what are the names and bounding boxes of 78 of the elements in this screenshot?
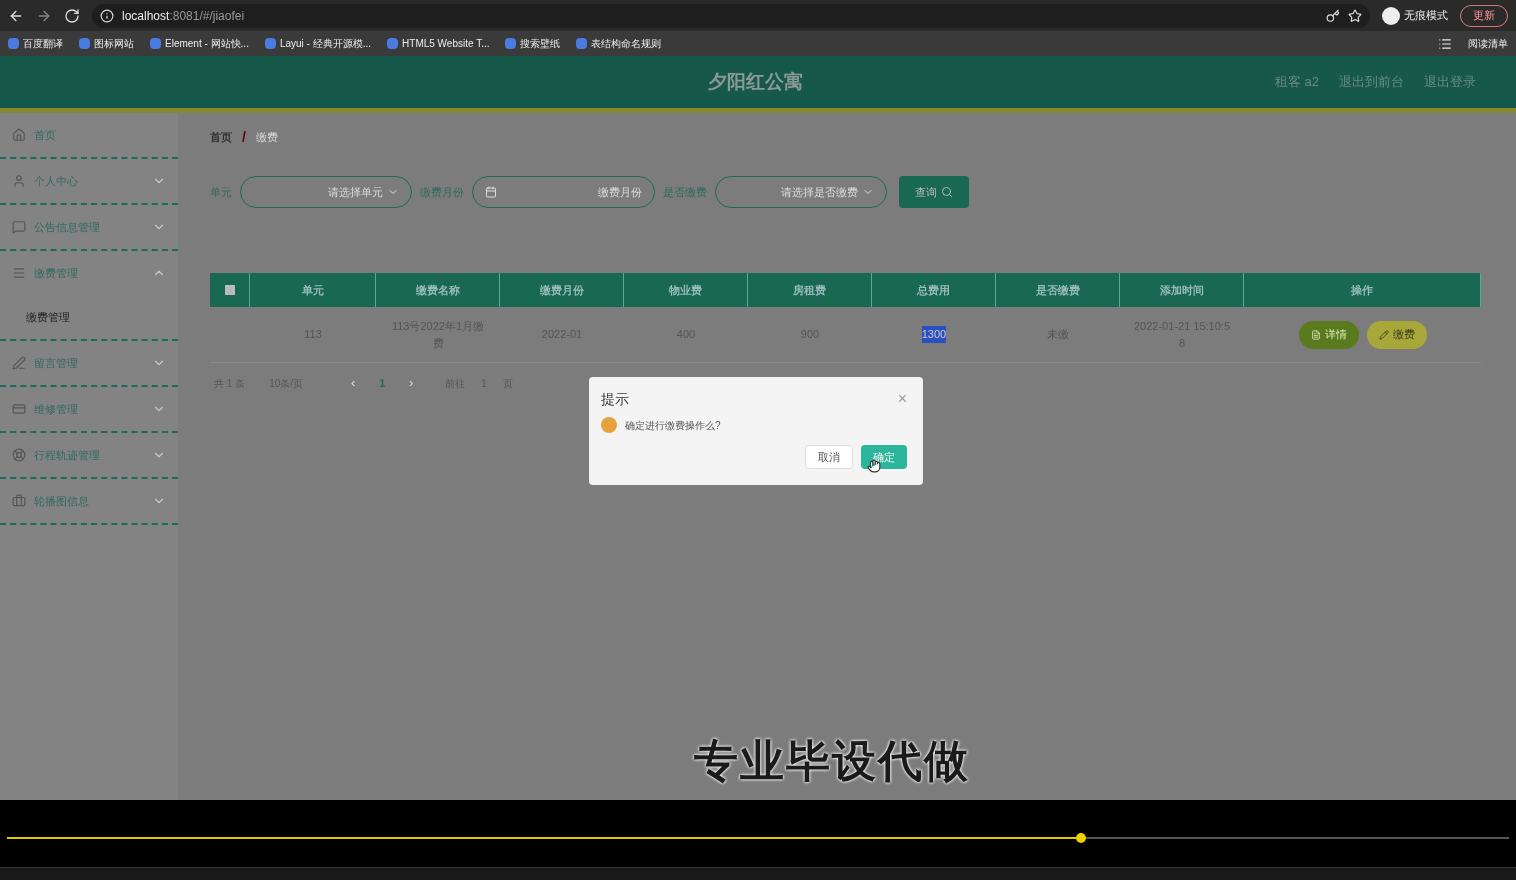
column-header: 物业费 [624, 273, 748, 307]
column-header: 房租费 [748, 273, 872, 307]
bookmark-link[interactable]: 表结构命名规则 [591, 36, 662, 51]
menu-item-icon [12, 356, 26, 370]
breadcrumb-item[interactable]: 首页 [210, 129, 232, 146]
sidebar-item[interactable]: 个人中心 [0, 159, 178, 203]
sidebar-item[interactable]: 首页 [0, 113, 178, 157]
bookmark-icon [264, 38, 276, 49]
info-icon[interactable] [100, 8, 114, 23]
bookmark-icon [576, 38, 588, 49]
prev-page[interactable]: ‹ [351, 373, 356, 393]
filter-label: 单元 [210, 184, 232, 200]
cancel-button[interactable]: 取消 [805, 445, 853, 469]
search-icon [941, 186, 953, 198]
menu-item-icon [12, 174, 26, 188]
table-cell: 1300 [921, 326, 947, 343]
checkbox[interactable] [224, 285, 235, 295]
url-path: :8081/#/jiaofei [169, 7, 246, 25]
menu-item-icon [12, 266, 26, 280]
menu-item-icon [12, 220, 26, 234]
reload-icon[interactable] [64, 7, 80, 24]
bookmark-link[interactable]: 百度翻译 [23, 36, 63, 51]
column-header: 总费用 [872, 273, 996, 307]
pencil-icon [1378, 329, 1389, 340]
pay-button[interactable]: 缴费 [1366, 320, 1427, 349]
menu-item-icon [12, 128, 26, 142]
dialog-message: 确定进行缴费操作么? [625, 418, 721, 433]
header-link[interactable]: 退出到前台 [1339, 72, 1404, 92]
incognito-label: 无痕模式 [1404, 8, 1448, 24]
breadcrumb-separator: / [241, 128, 247, 147]
column-header: 操作 [1244, 273, 1481, 307]
reading-list-link[interactable]: 阅读清单 [1468, 36, 1508, 51]
dialog-title: 提示 [601, 389, 630, 409]
bookmark-icon [150, 38, 161, 49]
app-title: 夕阳红公寓 [708, 69, 803, 94]
document-icon [1310, 329, 1321, 340]
filter-label: 缴费月份 [420, 184, 464, 200]
detail-button[interactable]: 详情 [1298, 320, 1359, 349]
close-button[interactable]: × [897, 387, 907, 411]
header-link[interactable]: 退出登录 [1424, 72, 1476, 92]
breadcrumb-item: 缴费 [255, 130, 278, 146]
url-host: localhost [122, 7, 170, 25]
column-header: 是否缴费 [996, 273, 1120, 307]
bookmark-link[interactable]: Element - 网站快... [165, 36, 249, 51]
sidebar-item[interactable]: 留言管理 [0, 341, 178, 385]
bookmark-link[interactable]: 图标网站 [94, 36, 134, 51]
bookmark-icon [387, 38, 399, 49]
bookmark-link[interactable]: HTML5 Website T... [402, 36, 490, 51]
confirm-button[interactable]: 确定 [861, 445, 907, 469]
sidebar-item[interactable]: 缴费管理 [0, 251, 178, 295]
search-button[interactable]: 查询 [899, 176, 969, 208]
sidebar-item[interactable]: 维修管理 [0, 387, 178, 431]
bookmark-link[interactable]: Layui - 经典开源模... [279, 36, 372, 51]
menu-item-icon [12, 494, 26, 508]
video-caption: 专业毕设代做 [694, 735, 970, 787]
next-page[interactable]: › [408, 373, 414, 393]
menu-item-icon [12, 402, 26, 416]
calendar-icon [485, 186, 497, 198]
column-header: 缴费月份 [500, 273, 624, 307]
sidebar-item[interactable]: 行程轨迹管理 [0, 433, 178, 477]
star-icon[interactable] [1348, 8, 1362, 23]
sidebar-item[interactable]: 公告信息管理 [0, 205, 178, 249]
filter-label: 是否缴费 [663, 184, 707, 200]
bookmark-icon [79, 38, 90, 49]
key-icon[interactable] [1326, 8, 1340, 23]
bookmark-icon [505, 38, 517, 49]
bookmark-link[interactable]: 搜索壁纸 [520, 36, 561, 51]
header-link[interactable]: 租客 a2 [1274, 72, 1319, 92]
bookmark-icon [8, 38, 19, 49]
address-bar[interactable]: localhost:8081/#/jiaofei [92, 3, 1370, 28]
submenu-item[interactable]: 缴费管理 [0, 295, 178, 339]
reading-list-icon[interactable] [1438, 36, 1452, 51]
progress-thumb[interactable] [1075, 833, 1086, 843]
column-header: 添加时间 [1120, 273, 1244, 307]
column-header: 单元 [250, 273, 376, 307]
sidebar-item[interactable]: 轮播图信息 [0, 479, 178, 523]
column-header: 缴费名称 [376, 273, 500, 307]
menu-item-icon [12, 448, 26, 462]
